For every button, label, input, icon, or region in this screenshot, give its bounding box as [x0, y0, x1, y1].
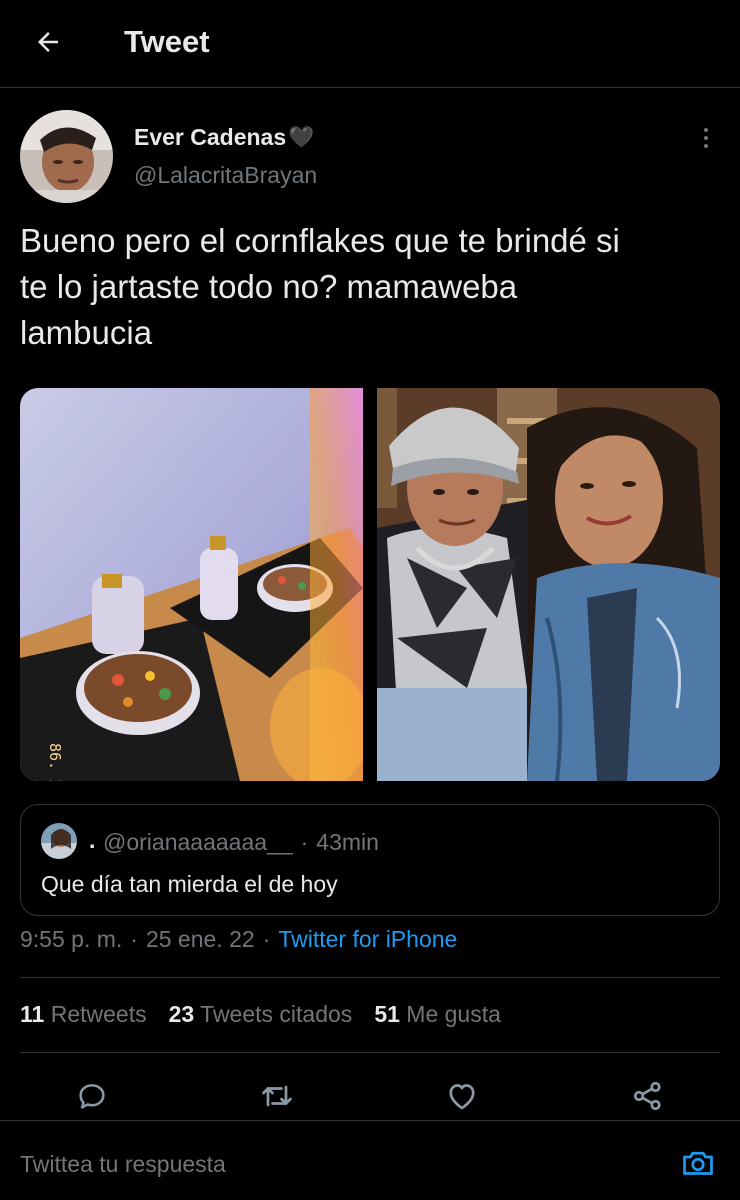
like-button[interactable] [440, 1074, 484, 1118]
tweet-meta: 9:55 p. m. · 25 ene. 22 · Twitter for iP… [20, 926, 457, 953]
like-icon [449, 1084, 475, 1110]
reply-input[interactable] [20, 1151, 620, 1178]
retweets-label: Retweets [50, 1001, 147, 1027]
quoted-separator: · [300, 829, 309, 855]
retweets-stat[interactable]: 11 Retweets [20, 1001, 147, 1028]
author-handle[interactable]: @LalacritaBrayan [134, 162, 317, 189]
tweet-media: 86. I 52 [20, 388, 720, 781]
quoted-text: Que día tan mierda el de hoy [41, 871, 338, 897]
author-name-text: Ever Cadenas [134, 124, 287, 150]
tweet-time: 9:55 p. m. [20, 926, 123, 952]
back-button[interactable] [28, 22, 68, 62]
top-bar: Tweet [0, 0, 740, 88]
tweet-source-link[interactable]: Twitter for iPhone [278, 926, 457, 953]
share-icon [633, 1081, 661, 1111]
reply-button[interactable] [70, 1074, 114, 1118]
likes-stat[interactable]: 51 Me gusta [374, 1001, 501, 1028]
likes-count: 51 [374, 1001, 400, 1027]
camera-icon [683, 1151, 713, 1175]
page-title: Tweet [124, 24, 210, 59]
quote-tweets-count: 23 [168, 1001, 195, 1027]
quoted-header: . @orianaaaaaaa__ · 43min [89, 827, 379, 856]
meta-separator: · [130, 926, 138, 952]
likes-label: Me gusta [406, 1001, 501, 1027]
author-name[interactable]: Ever Cadenas 🖤 [134, 124, 314, 151]
quoted-time: 43min [316, 829, 379, 855]
black-heart-emoji: 🖤 [288, 125, 315, 149]
more-dot-icon [704, 136, 708, 140]
retweet-icon [262, 1085, 292, 1107]
retweet-button[interactable] [255, 1074, 299, 1118]
quote-tweets-stat[interactable]: 23 Tweets citados [169, 1001, 353, 1028]
divider [20, 1052, 720, 1053]
meta-separator: · [262, 926, 271, 952]
more-options-button[interactable] [694, 122, 718, 154]
quoted-avatar [41, 823, 77, 859]
reply-bar [0, 1120, 740, 1200]
tweet-text: Bueno pero el cornflakes que te brindé s… [20, 222, 620, 351]
author-avatar[interactable] [20, 110, 113, 203]
more-dot-icon [704, 144, 708, 148]
action-bar [0, 1074, 740, 1120]
camera-button[interactable] [678, 1143, 718, 1183]
photo-date-stamp: 86. I 52 [46, 743, 64, 781]
share-button[interactable] [626, 1074, 670, 1118]
cereal-photo[interactable]: 86. I 52 [20, 388, 363, 781]
quoted-handle: @orianaaaaaaa__ [103, 829, 293, 855]
retweets-count: 11 [20, 1001, 45, 1027]
quoted-name: . [89, 827, 96, 853]
couple-photo[interactable] [377, 388, 720, 781]
reply-icon [79, 1084, 105, 1109]
engagement-stats: 11 Retweets 23 Tweets citados 51 Me gust… [20, 1001, 501, 1028]
quote-tweets-label: Tweets citados [200, 1001, 353, 1027]
more-dot-icon [704, 128, 708, 132]
arrow-left-icon [38, 32, 58, 52]
quoted-tweet[interactable]: . @orianaaaaaaa__ · 43min Que día tan mi… [20, 804, 720, 916]
divider [20, 977, 720, 978]
tweet-date: 25 ene. 22 [145, 926, 255, 952]
